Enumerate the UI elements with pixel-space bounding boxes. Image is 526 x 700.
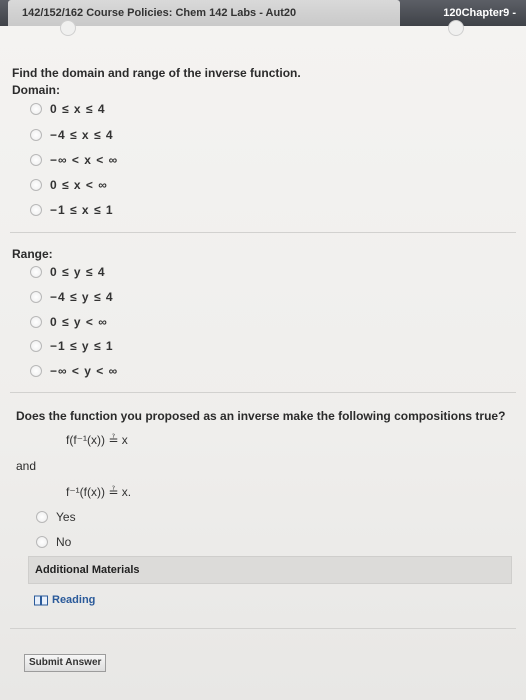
answer-yes[interactable]: Yes bbox=[36, 509, 76, 525]
book-icon bbox=[34, 595, 48, 605]
radio-icon[interactable] bbox=[30, 365, 42, 377]
browser-tab-bar: 142/152/162 Course Policies: Chem 142 La… bbox=[0, 0, 526, 27]
range-option-5[interactable]: −∞ < y < ∞ bbox=[30, 363, 118, 379]
range-option-4[interactable]: −1 ≤ y ≤ 1 bbox=[30, 338, 114, 354]
range-option-2[interactable]: −4 ≤ y ≤ 4 bbox=[30, 289, 114, 305]
domain-option-1[interactable]: 0 ≤ x ≤ 4 bbox=[30, 101, 106, 117]
range-option-3[interactable]: 0 ≤ y < ∞ bbox=[30, 314, 108, 330]
answer-no[interactable]: No bbox=[36, 534, 71, 550]
radio-icon[interactable] bbox=[30, 179, 42, 191]
radio-icon[interactable] bbox=[30, 316, 42, 328]
radio-icon[interactable] bbox=[30, 103, 42, 115]
reading-link[interactable]: Reading bbox=[34, 594, 95, 606]
question-page: Find the domain and range of the inverse… bbox=[0, 20, 526, 700]
radio-icon[interactable] bbox=[36, 511, 48, 523]
range-option-1[interactable]: 0 ≤ y ≤ 4 bbox=[30, 264, 106, 280]
radio-icon[interactable] bbox=[36, 536, 48, 548]
domain-option-3[interactable]: −∞ < x < ∞ bbox=[30, 152, 118, 168]
domain-option-5[interactable]: −1 ≤ x ≤ 1 bbox=[30, 202, 114, 218]
composition-formula-2: f⁻¹(f(x)) ≟ x. bbox=[66, 485, 132, 499]
composition-formula-1: f(f⁻¹(x)) ≟ x bbox=[66, 433, 128, 447]
tab-close-circle-left[interactable] bbox=[60, 20, 76, 36]
domain-option-2[interactable]: −4 ≤ x ≤ 4 bbox=[30, 127, 114, 143]
tab-close-circle-right[interactable] bbox=[448, 20, 464, 36]
range-label: Range: bbox=[12, 247, 53, 261]
additional-materials-header: Additional Materials bbox=[28, 556, 512, 584]
divider bbox=[10, 392, 516, 393]
and-label: and bbox=[16, 459, 37, 473]
tab-chapter9[interactable]: 120Chapter9 - bbox=[422, 0, 522, 26]
radio-icon[interactable] bbox=[30, 204, 42, 216]
radio-icon[interactable] bbox=[30, 340, 42, 352]
radio-icon[interactable] bbox=[30, 129, 42, 141]
divider bbox=[10, 628, 516, 629]
radio-icon[interactable] bbox=[30, 266, 42, 278]
question-compositions: Does the function you proposed as an inv… bbox=[16, 409, 506, 423]
divider bbox=[10, 232, 516, 233]
domain-label: Domain: bbox=[12, 83, 60, 97]
submit-answer-button[interactable]: Submit Answer bbox=[24, 654, 107, 672]
domain-option-4[interactable]: 0 ≤ x < ∞ bbox=[30, 177, 108, 193]
radio-icon[interactable] bbox=[30, 154, 42, 166]
question-domain-range: Find the domain and range of the inverse… bbox=[12, 66, 301, 80]
radio-icon[interactable] bbox=[30, 291, 42, 303]
